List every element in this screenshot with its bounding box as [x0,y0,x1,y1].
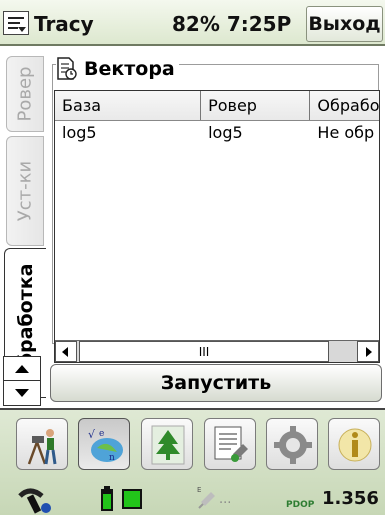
vectors-group-header: Вектора [56,56,179,82]
tab-settings-label: Уст-ки [14,160,36,222]
battery-clock-status: 82% 7:25P [172,12,292,36]
tree-icon[interactable] [141,418,193,470]
svg-text:E: E [197,486,201,494]
app-title: Tracy [34,12,94,36]
tab-rover[interactable]: Ровер [6,56,44,132]
column-header-rover[interactable]: Ровер [201,91,311,120]
memory-chip-icon[interactable] [120,487,144,515]
cell-status: Не обр [317,123,375,142]
settings-icon[interactable] [266,418,318,470]
tab-rover-label: Ровер [14,66,36,122]
surveyor-icon[interactable] [16,418,68,470]
column-header-status[interactable]: Обработ [310,91,379,120]
satellite-icon[interactable] [16,486,56,515]
tab-scroll-up-icon[interactable] [4,357,40,381]
tab-scroll-spinner [3,356,41,406]
run-button[interactable]: Запустить [50,364,382,402]
bottom-toolbar: √ e n E ... PDOP 1.356 [0,408,385,515]
cell-rover: log5 [208,123,243,142]
battery-icon[interactable] [100,486,114,515]
table-header: База Ровер Обработ [55,91,379,121]
tab-scroll-down-icon[interactable] [4,381,40,405]
processing-panel: Вектора База Ровер Обработ log5 log5 Не … [46,48,385,363]
exit-button[interactable]: Выход [306,6,383,42]
pdop-label: PDOP [286,500,315,509]
svg-text:√: √ [88,428,96,441]
horizontal-scrollbar[interactable]: III [55,340,379,362]
pdop-icon: PDOP [286,494,318,513]
table-row[interactable]: log5 log5 Не обр [55,121,379,145]
cell-base: log5 [62,123,97,142]
connection-dots: ... [219,492,232,507]
column-header-base[interactable]: База [55,91,202,120]
svg-text:e: e [99,429,104,439]
scroll-thumb[interactable]: III [79,341,329,362]
scroll-left-arrow-icon[interactable] [55,341,77,362]
vertical-tab-strip: Ровер Уст-ки Обработка [0,48,46,398]
info-icon[interactable] [328,418,380,470]
formula-icon[interactable]: √ e n [78,418,130,470]
vectors-group-title: Вектора [84,58,175,80]
title-bar: Tracy 82% 7:25P Выход [0,0,385,46]
vectors-table[interactable]: База Ровер Обработ log5 log5 Не обр III [54,90,380,363]
tab-settings[interactable]: Уст-ки [6,136,44,246]
start-menu-icon[interactable] [3,11,29,35]
svg-text:n: n [109,453,115,463]
log-icon[interactable] [204,418,256,470]
plug-icon[interactable]: E [195,484,219,515]
pdop-value: 1.356 [322,488,379,509]
status-strip: E ... PDOP 1.356 [0,480,385,515]
scroll-right-arrow-icon[interactable] [357,341,379,362]
vectors-document-icon [56,57,78,81]
